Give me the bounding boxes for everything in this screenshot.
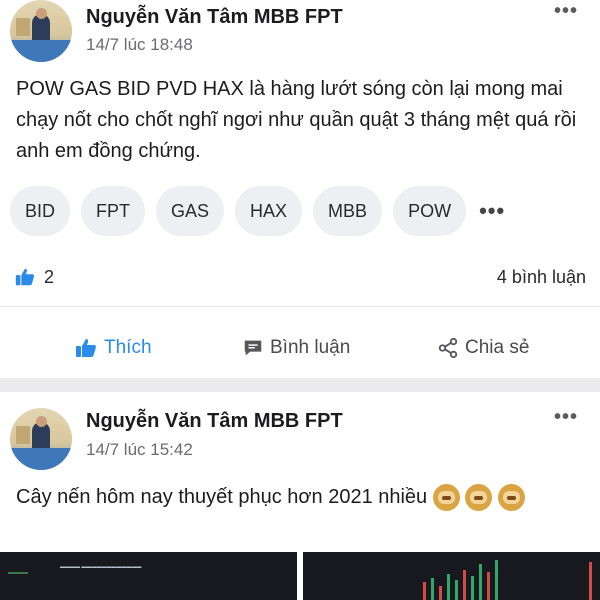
like-label: Thích: [104, 337, 152, 358]
divider: [0, 306, 600, 307]
more-horizontal-icon[interactable]: •••: [554, 406, 578, 429]
chart-screenshot-thumbnail[interactable]: ▬▬▬▬ ▬▬▬▬▬▬▬▬▬▬▬▬: [0, 552, 297, 600]
image-banner: ▬▬▬▬ ▬▬▬▬▬▬▬▬▬▬▬▬: [60, 564, 142, 570]
tag-chip[interactable]: MBB: [313, 186, 383, 236]
like-button[interactable]: Thích: [74, 336, 152, 360]
thumbs-up-icon: [15, 268, 35, 286]
author-name[interactable]: Nguyễn Văn Tâm MBB FPT: [86, 6, 343, 29]
post-actions: Thích Bình luận Chia sẻ: [0, 330, 600, 366]
post-content: POW GAS BID PVD HAX là hàng lướt sóng cò…: [16, 78, 577, 162]
tag-chip[interactable]: FPT: [81, 186, 146, 236]
post-time: 14/7 lúc 15:42: [86, 440, 193, 459]
share-label: Chia sẻ: [465, 337, 530, 358]
comment-count[interactable]: 4 bình luận: [497, 267, 586, 288]
post-content: Cây nến hôm nay thuyết phục hơn 2021 nhi…: [16, 482, 586, 513]
see-no-evil-monkey-emoji: [497, 484, 525, 512]
tag-chip[interactable]: HAX: [235, 186, 303, 236]
post-time: 14/7 lúc 18:48: [86, 35, 193, 54]
author-name[interactable]: Nguyễn Văn Tâm MBB FPT: [86, 410, 343, 433]
comment-button[interactable]: Bình luận: [242, 337, 350, 359]
post-separator: [0, 378, 600, 392]
author-avatar[interactable]: [10, 0, 72, 62]
comment-bubble-icon: [244, 340, 262, 356]
tag-list: BID FPT GAS HAX MBB POW •••: [10, 186, 505, 236]
share-icon: [438, 337, 458, 359]
post-card: Nguyễn Văn Tâm MBB FPT 14/7 lúc 18:48 ••…: [0, 0, 600, 378]
post-stats: 2 4 bình luận: [14, 262, 586, 292]
post-text: Cây nến hôm nay thuyết phục hơn 2021 nhi…: [16, 486, 428, 508]
tag-chip[interactable]: BID: [10, 186, 71, 236]
see-no-evil-monkey-emoji: [465, 484, 493, 512]
like-summary[interactable]: 2: [14, 266, 54, 288]
share-button[interactable]: Chia sẻ: [437, 337, 529, 359]
more-horizontal-icon[interactable]: •••: [554, 0, 578, 23]
see-no-evil-monkey-emoji: [432, 484, 460, 512]
post-images: ▬▬▬▬ ▬▬▬▬▬▬▬▬▬▬▬▬: [0, 552, 600, 600]
more-tags-icon[interactable]: •••: [477, 198, 505, 224]
tag-chip[interactable]: GAS: [156, 186, 225, 236]
tag-chip[interactable]: POW: [393, 186, 467, 236]
comment-label: Bình luận: [270, 337, 351, 358]
like-count: 2: [44, 266, 55, 287]
chart-screenshot-thumbnail[interactable]: [303, 552, 600, 600]
thumbs-up-icon: [76, 339, 96, 357]
author-avatar[interactable]: [10, 408, 72, 470]
